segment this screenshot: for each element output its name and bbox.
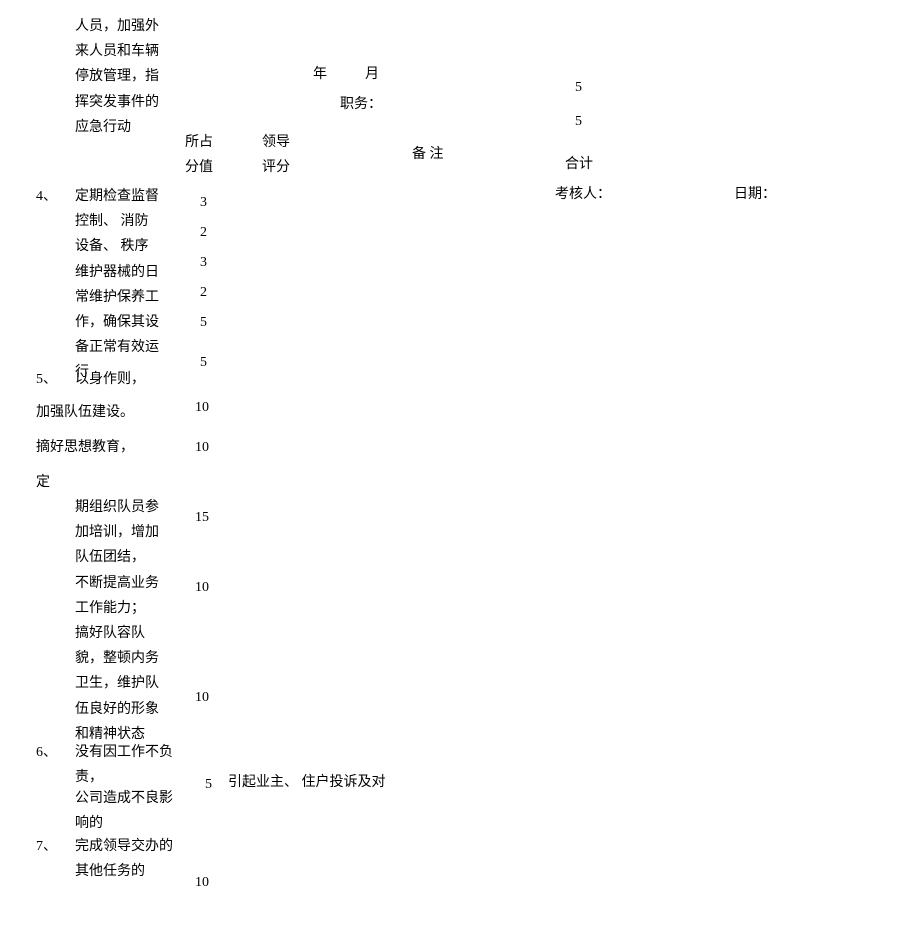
item5-text-d: 定: [36, 470, 50, 495]
header-fenzhi: 分值: [185, 155, 213, 180]
score-3: 3: [200, 250, 207, 275]
score-6: 5: [200, 350, 207, 375]
item5-text-b: 加强队伍建设。: [36, 400, 134, 425]
item5-text-e: 期组织队员参加培训，增加队伍团结， 不断提高业务工作能力； 搞好队容队貌，整顿内…: [75, 495, 160, 747]
header-pingfen: 评分: [262, 155, 290, 180]
heji-label: 合计: [565, 152, 593, 177]
item6-text-a: 没有因工作不负责，: [75, 740, 175, 790]
header-lingdao: 领导: [262, 130, 290, 155]
score-13: 10: [195, 870, 209, 895]
score-4: 2: [200, 280, 207, 305]
score-9: 15: [195, 505, 209, 530]
item7-text: 完成领导交办的其他任务的: [75, 834, 175, 884]
score-5: 5: [200, 310, 207, 335]
score-2: 2: [200, 220, 207, 245]
item6-text-b: 引起业主、 住户投诉及对: [228, 770, 386, 795]
month-label: 月: [365, 62, 379, 87]
item4-num: 4、: [36, 184, 57, 209]
header-suozhi: 所占: [185, 130, 213, 155]
zhiwu-label: 职务：: [340, 92, 382, 117]
score-10: 10: [195, 575, 209, 600]
score-1: 3: [200, 190, 207, 215]
item5-text-c: 摘好思想教育，: [36, 435, 134, 460]
item6-num: 6、: [36, 740, 57, 765]
item5-text-a: 以身作则，: [75, 367, 145, 392]
score-7: 10: [195, 395, 209, 420]
score-11: 10: [195, 685, 209, 710]
riqi-label: 日期：: [734, 182, 776, 207]
score-12: 5: [205, 772, 212, 797]
item7-num: 7、: [36, 834, 57, 859]
year-label: 年: [313, 62, 327, 87]
val5b: 5: [575, 109, 582, 134]
header-beizhu: 备 注: [412, 142, 444, 167]
val5a: 5: [575, 75, 582, 100]
item6-text-c: 公司造成不良影响的: [75, 786, 175, 836]
document-page: 人员，加强外来人员和车辆停放管理，指挥突发事件的应急行动 4、 定期检查监督控制…: [0, 0, 920, 948]
item-text: 人员，加强外来人员和车辆停放管理，指挥突发事件的应急行动: [75, 14, 160, 140]
kaoheren-label: 考核人：: [555, 182, 611, 207]
item4-text: 定期检查监督控制、 消防设备、 秩序维护器械的日常维护保养工作，确保其设备正常有…: [75, 184, 160, 386]
score-8: 10: [195, 435, 209, 460]
item5-num: 5、: [36, 367, 57, 392]
